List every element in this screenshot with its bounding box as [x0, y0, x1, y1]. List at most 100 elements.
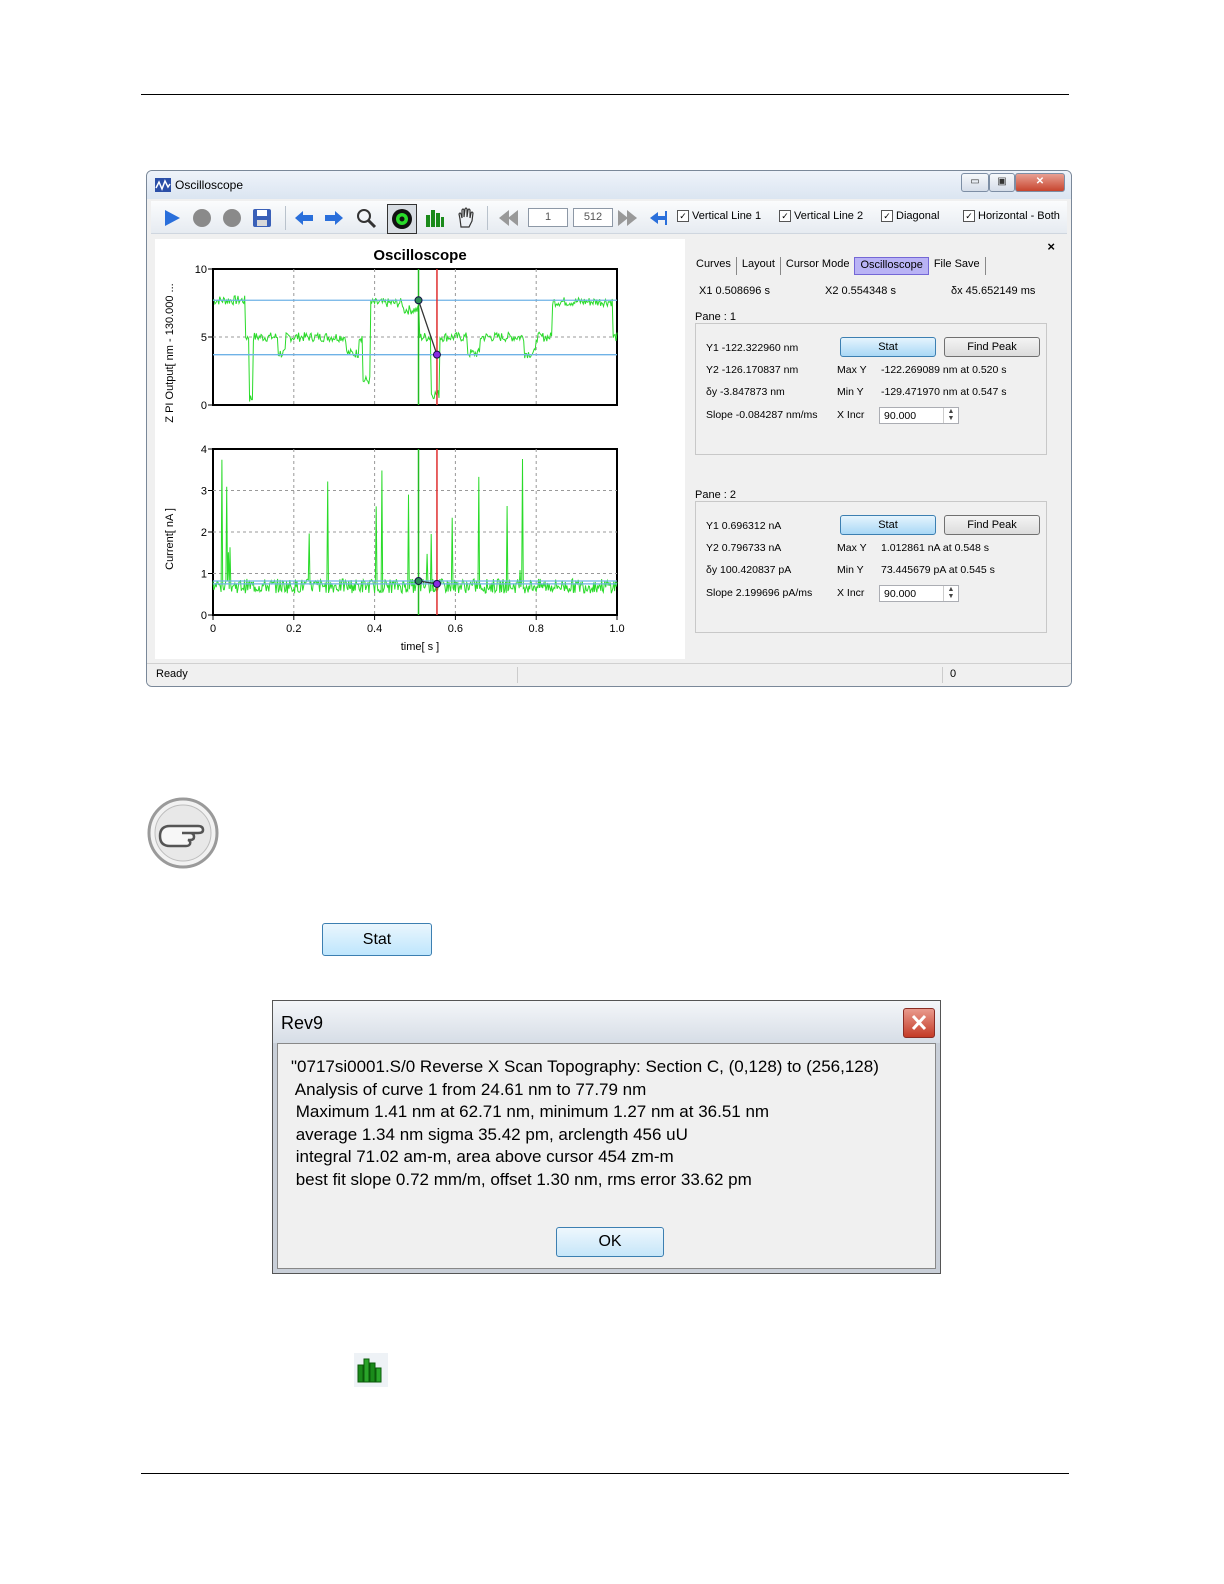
- pan-hand-icon[interactable]: [455, 207, 477, 229]
- pane2-find-peak-button[interactable]: Find Peak: [944, 515, 1040, 535]
- pane1-y2: Y2 -126.170837 nm: [706, 364, 799, 376]
- dialog-line: "0717si0001.S/0 Reverse X Scan Topograph…: [291, 1057, 879, 1076]
- title-bar: Oscilloscope ▭ ▣ ✕: [147, 171, 1071, 199]
- pane1-xincr-value: 90.000: [884, 410, 917, 422]
- pane1-y1: Y1 -122.322960 nm: [706, 342, 799, 354]
- checkbox-vertical-line-2[interactable]: ✓ Vertical Line 2: [779, 210, 863, 222]
- pane2-ylabel: Current[ nA ]: [164, 508, 176, 570]
- pane2-xincr-input[interactable]: 90.000 ▲ ▼: [879, 585, 959, 602]
- checkbox-label: Diagonal: [896, 210, 940, 222]
- pane2-xtick-label: 1.0: [609, 623, 624, 635]
- close-icon: [911, 1014, 927, 1031]
- dialog-body: "0717si0001.S/0 Reverse X Scan Topograph…: [277, 1043, 936, 1269]
- page-current-input[interactable]: 1: [528, 208, 568, 227]
- checkbox-box[interactable]: ✓: [881, 210, 893, 222]
- pane1-xincr-input[interactable]: 90.000 ▲ ▼: [879, 407, 959, 424]
- dialog-line: Analysis of curve 1 from 24.61 nm to 77.…: [291, 1080, 647, 1099]
- play-icon[interactable]: [161, 207, 183, 229]
- pointing-hand-note-icon: [146, 796, 220, 870]
- x1-value: X1 0.508696 s: [699, 285, 770, 297]
- pane1-plot: 10 5 0: [195, 264, 618, 412]
- toolbar-separator: [285, 206, 286, 230]
- stop-icon[interactable]: [191, 207, 213, 229]
- tab-oscilloscope[interactable]: Oscilloscope: [854, 257, 929, 275]
- checkbox-vertical-line-1[interactable]: ✓ Vertical Line 1: [677, 210, 761, 222]
- toolbar-separator: [487, 206, 488, 230]
- checkbox-box[interactable]: ✓: [963, 210, 975, 222]
- pane1-ylabel: Z PI Output[ nm - 130.000 ...: [164, 283, 176, 422]
- plot-area[interactable]: Oscilloscope Z PI Output[ nm - 130.000 .…: [155, 239, 685, 659]
- pane1-stat-button[interactable]: Stat: [840, 337, 936, 357]
- spinner-arrows-icon[interactable]: ▲ ▼: [943, 408, 958, 423]
- page-total-input[interactable]: 512: [573, 208, 613, 227]
- footer-rule: [141, 1473, 1069, 1474]
- close-button[interactable]: ✕: [1015, 173, 1065, 192]
- pane2-dy: δy 100.420837 pA: [706, 564, 792, 576]
- dialog-close-button[interactable]: [903, 1008, 935, 1038]
- pane2-ytick-label: 0: [201, 610, 207, 622]
- statistics-icon[interactable]: [423, 207, 445, 229]
- pane2-xtick-label: 0: [210, 623, 216, 635]
- minimize-button[interactable]: ▭: [961, 173, 989, 192]
- pane2-xincr-label: X Incr: [837, 587, 865, 599]
- rewind-icon[interactable]: [497, 207, 519, 229]
- cursor-mode-icon[interactable]: [387, 204, 417, 234]
- pane2-stat-button[interactable]: Stat: [840, 515, 936, 535]
- pane1-group: Y1 -122.322960 nm Y2 -126.170837 nm δy -…: [695, 323, 1047, 455]
- pane2-cursor-point-1: [414, 576, 423, 585]
- checkbox-box[interactable]: ✓: [677, 210, 689, 222]
- rev9-dialog: Rev9 "0717si0001.S/0 Reverse X Scan Topo…: [272, 1000, 941, 1274]
- spinner-arrows-icon[interactable]: ▲ ▼: [943, 586, 958, 601]
- arrow-left-icon[interactable]: [293, 207, 315, 229]
- maximize-button[interactable]: ▣: [989, 173, 1015, 192]
- checkbox-horizontal-both[interactable]: ✓ Horizontal - Both: [963, 210, 1060, 222]
- stat-button[interactable]: Stat: [322, 923, 432, 956]
- tab-layout[interactable]: Layout: [737, 257, 781, 275]
- dialog-title: Rev9: [281, 1013, 324, 1033]
- dialog-line: average 1.34 nm sigma 35.42 pm, arclengt…: [291, 1125, 688, 1144]
- oscilloscope-window: Oscilloscope ▭ ▣ ✕ 1 512 ✓ Vertical Line …: [146, 170, 1072, 687]
- pane2-ytick-label: 4: [201, 444, 207, 456]
- pane1-slope: Slope -0.084287 nm/ms: [706, 409, 818, 421]
- export-icon[interactable]: [647, 207, 669, 229]
- pane2-label: Pane : 2: [695, 489, 736, 501]
- pause-icon[interactable]: [221, 207, 243, 229]
- tab-cursor-mode[interactable]: Cursor Mode: [781, 257, 855, 275]
- zoom-icon[interactable]: [355, 207, 377, 229]
- window-title: Oscilloscope: [175, 178, 244, 192]
- pane1-xincr-label: X Incr: [837, 409, 865, 421]
- tab-file-save[interactable]: File Save: [929, 257, 986, 275]
- checkbox-box[interactable]: ✓: [779, 210, 791, 222]
- oscilloscope-plots[interactable]: Oscilloscope Z PI Output[ nm - 130.000 .…: [155, 239, 685, 659]
- tab-curves[interactable]: Curves: [691, 257, 737, 275]
- ok-button[interactable]: OK: [556, 1227, 664, 1257]
- arrow-right-icon[interactable]: [323, 207, 345, 229]
- checkbox-diagonal[interactable]: ✓ Diagonal: [881, 210, 939, 222]
- x2-value: X2 0.554348 s: [825, 285, 896, 297]
- save-icon[interactable]: [251, 207, 273, 229]
- checkbox-label: Vertical Line 1: [692, 210, 762, 222]
- pane2-ytick-label: 2: [201, 527, 207, 539]
- pane2-max-y: 1.012861 nA at 0.548 s: [881, 542, 990, 554]
- pane1-ytick-label: 5: [201, 332, 207, 344]
- pane1-find-peak-button[interactable]: Find Peak: [944, 337, 1040, 357]
- pane2-y1: Y1 0.696312 nA: [706, 520, 782, 532]
- checkbox-label: Vertical Line 2: [794, 210, 864, 222]
- plot-title: Oscilloscope: [373, 247, 466, 264]
- fast-forward-icon[interactable]: [617, 207, 639, 229]
- pane1-ytick-label: 10: [195, 264, 207, 276]
- panel-close-icon[interactable]: ×: [1047, 239, 1055, 254]
- pane1-ytick-label: 0: [201, 400, 207, 412]
- statistics-icon: [354, 1353, 388, 1387]
- pane2-xtick-label: 0.6: [448, 623, 463, 635]
- dialog-line: best fit slope 0.72 mm/m, offset 1.30 nm…: [291, 1170, 752, 1189]
- pane2-xincr-value: 90.000: [884, 588, 917, 600]
- cursor-panel: × Curves Layout Cursor Mode Oscilloscope…: [687, 239, 1063, 659]
- pane2-group: Y1 0.696312 nA Y2 0.796733 nA δy 100.420…: [695, 501, 1047, 633]
- pane2-plot: 4 3 2 1 00 0.2 0.4 0.6 0.8 1.0: [201, 444, 625, 635]
- pane1-dy: δy -3.847873 nm: [706, 386, 785, 398]
- status-bar: Ready 0: [147, 663, 1071, 686]
- status-sep: [942, 667, 943, 683]
- dx-value: δx 45.652149 ms: [951, 285, 1036, 297]
- pane1-label: Pane : 1: [695, 311, 736, 323]
